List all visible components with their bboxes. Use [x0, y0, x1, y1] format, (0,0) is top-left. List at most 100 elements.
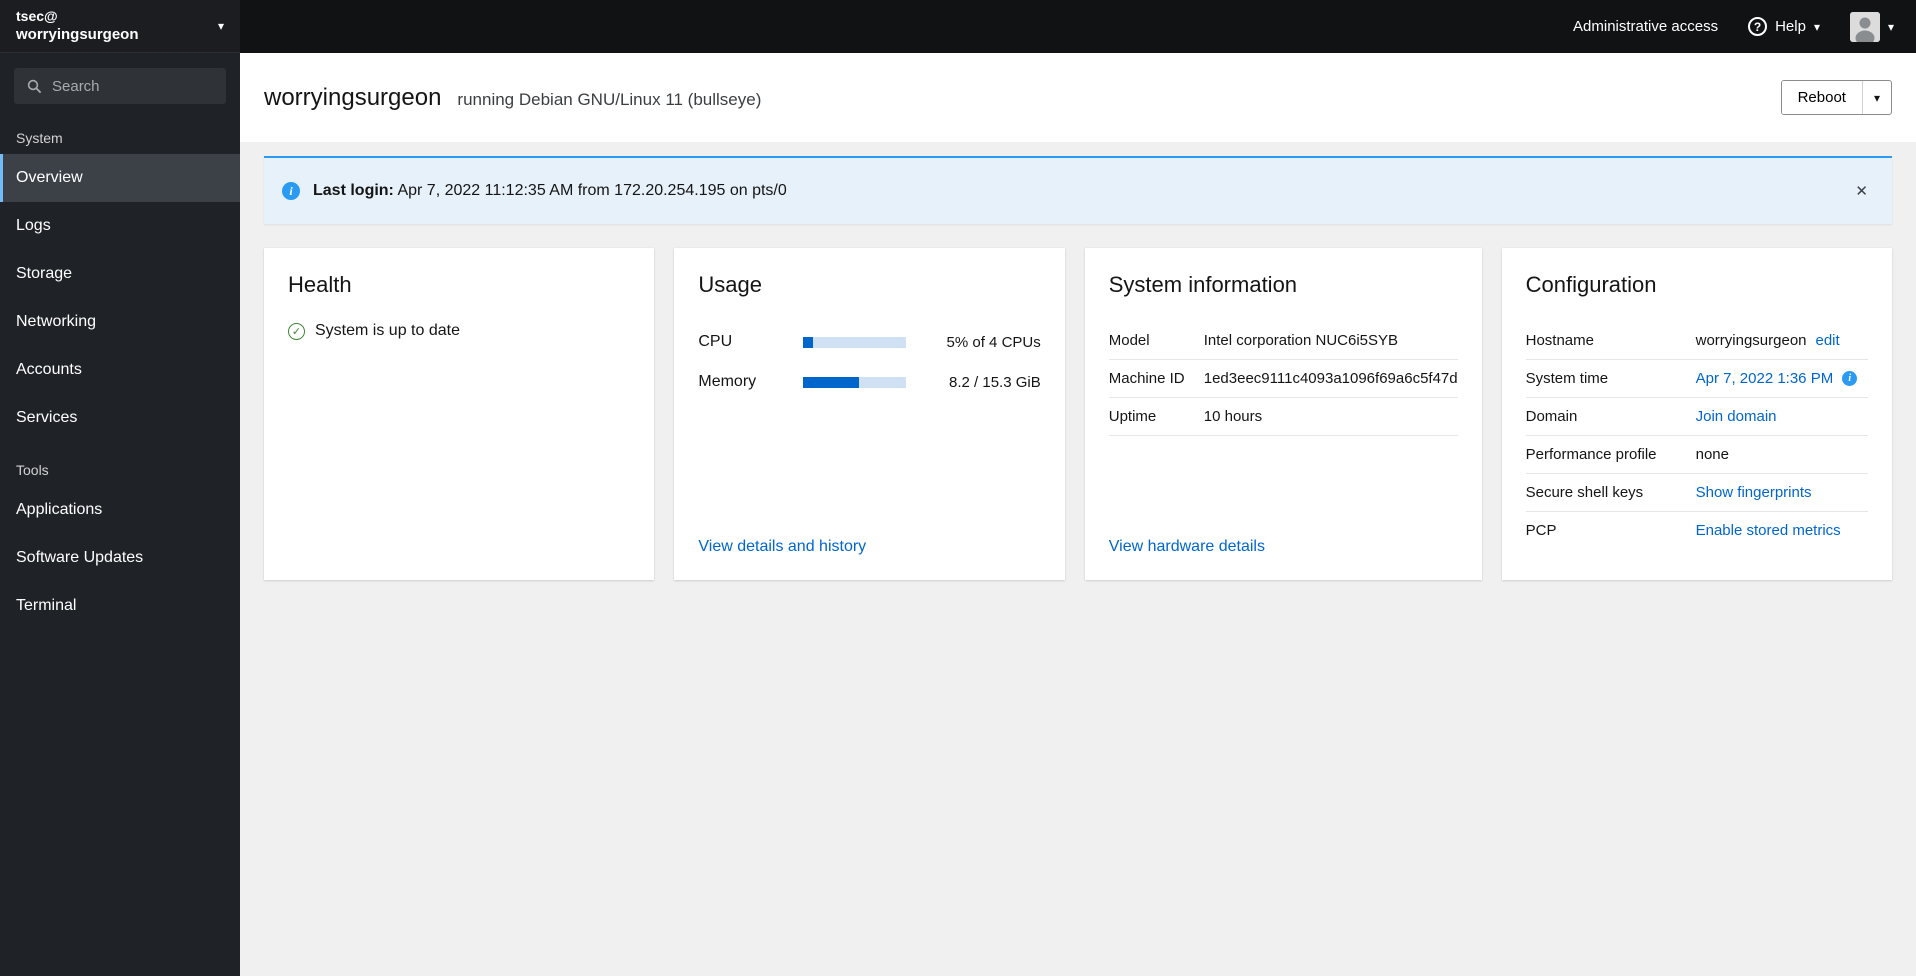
host-user: tsec@ [16, 8, 58, 25]
domain-value-wrap: Join domain [1696, 408, 1777, 425]
machine-id-row: Machine ID 1ed3eec9111c4093a1096f69a6c5f… [1108, 360, 1458, 398]
sidebar-item-accounts[interactable]: Accounts [0, 346, 240, 394]
pcp-row: PCP Enable stored metrics [1526, 512, 1868, 549]
nav-section-tools: Tools [16, 462, 49, 478]
system-time-value-wrap: Apr 7, 2022 1:36 PM i [1696, 370, 1858, 387]
reboot-split-button: Reboot ▾ [1780, 80, 1892, 115]
last-login-alert: i Last login: Apr 7, 2022 11:12:35 AM fr… [264, 156, 1892, 224]
close-icon: ✕ [1855, 183, 1868, 200]
cpu-progress-bar [803, 336, 906, 348]
health-card: Health ✓ System is up to date [264, 248, 655, 580]
info-icon: i [282, 182, 300, 200]
join-domain-link[interactable]: Join domain [1696, 408, 1777, 425]
machine-id-label: Machine ID [1108, 370, 1185, 387]
alert-text: Last login: Apr 7, 2022 11:12:35 AM from… [313, 182, 787, 200]
memory-progress-fill [803, 376, 859, 388]
title-wrap: worryingsurgeon running Debian GNU/Linux… [264, 84, 1781, 112]
system-time-label: System time [1525, 370, 1609, 387]
enable-stored-metrics-link[interactable]: Enable stored metrics [1696, 522, 1841, 539]
show-fingerprints-link[interactable]: Show fingerprints [1696, 484, 1812, 501]
alert-close-button[interactable]: ✕ [1849, 178, 1874, 204]
host-switcher[interactable]: tsec@ worryingsurgeon ▾ [0, 0, 240, 53]
search-wrap [0, 53, 240, 110]
secure-shell-keys-row: Secure shell keys Show fingerprints [1525, 474, 1868, 512]
check-circle-icon: ✓ [288, 322, 305, 340]
cpu-usage-row: CPU 5% of 4 CPUs [698, 322, 1040, 362]
domain-row: Domain Join domain [1525, 398, 1868, 436]
uptime-label: Uptime [1108, 408, 1157, 425]
alert-message: Apr 7, 2022 11:12:35 AM from 172.20.254.… [397, 182, 787, 199]
administrative-access-button[interactable]: Administrative access [1573, 18, 1718, 35]
system-information-card: System information Model Intel corporati… [1084, 248, 1482, 580]
performance-profile-value: none [1695, 446, 1729, 463]
chevron-down-icon: ▾ [1887, 19, 1894, 34]
sidebar-item-logs[interactable]: Logs [0, 202, 240, 250]
chevron-down-icon: ▾ [1813, 19, 1820, 34]
main-column: Administrative access ? Help ▾ ▾ worryin… [240, 0, 1916, 976]
memory-label: Memory [698, 373, 757, 390]
nav-section-system: System [16, 130, 63, 146]
machine-id-value: 1ed3eec9111c4093a1096f69a6c5f47d [1203, 370, 1458, 387]
configuration-card: Configuration Hostname worryingsurgeon e… [1501, 248, 1892, 580]
system-time-link[interactable]: Apr 7, 2022 1:36 PM [1696, 370, 1834, 387]
info-icon: i [1842, 371, 1858, 386]
sidebar-item-networking[interactable]: Networking [0, 298, 240, 346]
hostname-value-wrap: worryingsurgeon edit [1696, 332, 1840, 349]
usage-card-title: Usage [698, 272, 762, 297]
host-name: worryingsurgeon [16, 26, 139, 44]
performance-profile-row: Performance profile none [1525, 436, 1868, 474]
search-icon [27, 79, 42, 99]
domain-label: Domain [1525, 408, 1578, 425]
chevron-down-icon: ▾ [1873, 90, 1880, 105]
performance-profile-value-wrap: none [1696, 446, 1729, 463]
system-information-title: System information [1108, 272, 1298, 297]
health-status-row: ✓ System is up to date [288, 322, 630, 340]
uptime-row: Uptime 10 hours [1108, 398, 1458, 436]
masthead: Administrative access ? Help ▾ ▾ [240, 0, 1916, 53]
content: i Last login: Apr 7, 2022 11:12:35 AM fr… [240, 142, 1916, 976]
sidebar-item-terminal[interactable]: Terminal [0, 582, 240, 630]
performance-profile-label: Performance profile [1525, 446, 1657, 463]
help-icon: ? [1748, 17, 1768, 36]
memory-value: 8.2 / 15.3 GiB [949, 373, 1041, 391]
chevron-down-icon: ▾ [217, 19, 224, 33]
hostname-value: worryingsurgeon [1695, 332, 1807, 349]
memory-usage-row: Memory 8.2 / 15.3 GiB [698, 362, 1040, 402]
app-window: tsec@ worryingsurgeon ▾ System Overview … [0, 0, 1916, 976]
pcp-value-wrap: Enable stored metrics [1696, 522, 1841, 539]
os-description: running Debian GNU/Linux 11 (bullseye) [457, 89, 762, 109]
secure-shell-keys-label: Secure shell keys [1525, 484, 1644, 501]
help-menu[interactable]: ? Help ▾ [1748, 17, 1820, 36]
sidebar-item-applications[interactable]: Applications [0, 486, 240, 534]
sidebar: tsec@ worryingsurgeon ▾ System Overview … [0, 0, 240, 976]
model-label: Model [1108, 332, 1150, 349]
sidebar-nav: System Overview Logs Storage Networking … [0, 110, 240, 976]
health-status: System is up to date [315, 322, 460, 339]
system-time-row: System time Apr 7, 2022 1:36 PM i [1525, 360, 1868, 398]
cpu-label: CPU [698, 333, 733, 350]
reboot-dropdown-toggle[interactable]: ▾ [1861, 81, 1891, 114]
administrative-access-label: Administrative access [1573, 18, 1719, 35]
cpu-value: 5% of 4 CPUs [946, 333, 1041, 351]
overview-cards: Health ✓ System is up to date Usage CPU [264, 248, 1892, 580]
alert-title: Last login: [313, 182, 394, 199]
sidebar-item-overview[interactable]: Overview [0, 154, 240, 202]
sidebar-item-software-updates[interactable]: Software Updates [0, 534, 240, 582]
memory-progress-bar [803, 376, 906, 388]
sidebar-item-storage[interactable]: Storage [0, 250, 240, 298]
configuration-title: Configuration [1525, 272, 1657, 297]
usage-card: Usage CPU 5% of 4 CPUs Memory 8.2 / 15.3… [674, 248, 1065, 580]
hostname-edit-link[interactable]: edit [1816, 332, 1840, 349]
session-menu[interactable]: ▾ [1849, 11, 1894, 42]
hostname-row: Hostname worryingsurgeon edit [1525, 322, 1868, 360]
reboot-button[interactable]: Reboot [1781, 81, 1862, 114]
pcp-label: PCP [1525, 522, 1557, 539]
view-hardware-details-link[interactable]: View hardware details [1109, 538, 1458, 556]
help-label: Help [1775, 18, 1806, 35]
sidebar-item-services[interactable]: Services [0, 394, 240, 442]
host-switcher-labels: tsec@ worryingsurgeon [16, 7, 218, 45]
search-input[interactable] [14, 68, 226, 104]
view-details-history-link[interactable]: View details and history [698, 538, 1040, 556]
hostname-label: Hostname [1525, 332, 1594, 349]
uptime-value: 10 hours [1203, 408, 1263, 425]
